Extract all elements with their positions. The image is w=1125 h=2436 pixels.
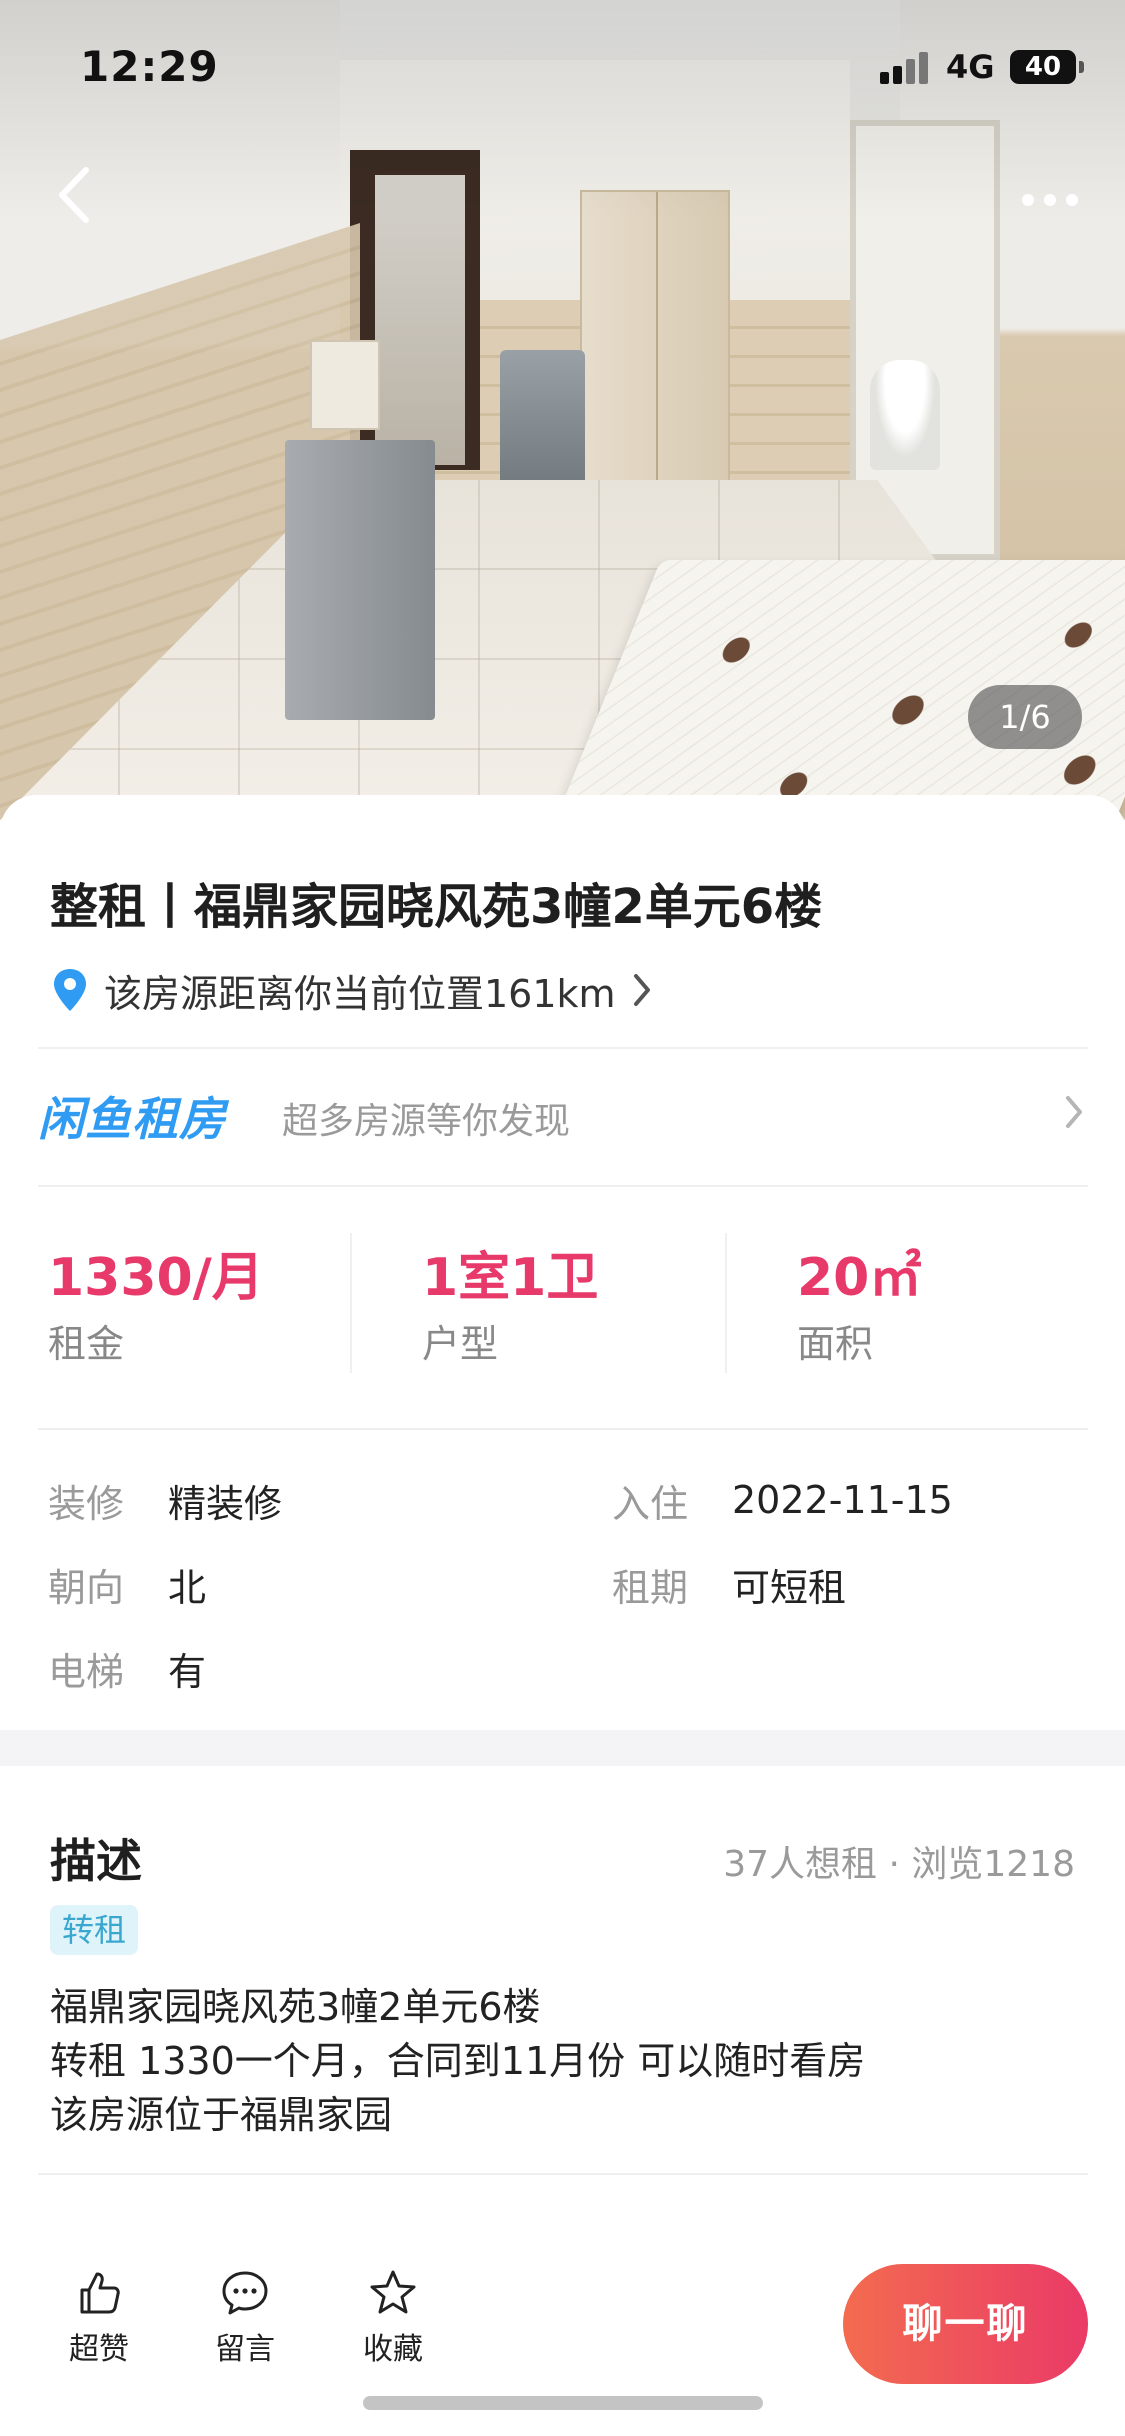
- detail-value: 2022-11-15: [732, 1478, 953, 1522]
- listing-card: 整租丨福鼎家园晓风苑3幢2单元6楼 该房源距离你当前位置161km 闲鱼租房 超…: [0, 795, 1125, 2436]
- stat-area-value: 20㎡: [797, 1248, 922, 1308]
- detail-elevator: 电梯 有: [48, 1638, 206, 1698]
- location-pin-icon: [54, 969, 86, 1011]
- chevron-left-icon: [59, 167, 89, 223]
- thumbs-up-icon: [80, 2272, 120, 2314]
- detail-decoration: 装修 精装修: [48, 1470, 282, 1530]
- comment-button[interactable]: 留言: [190, 2268, 300, 2378]
- key-stats: 1330/月 租金 1室1卫 户型 20㎡ 面积: [0, 1195, 1125, 1385]
- location-distance: 该房源距离你当前位置161km: [104, 971, 616, 1016]
- detail-lease: 租期 可短租: [612, 1554, 846, 1614]
- cellular-signal-icon: [880, 52, 932, 84]
- detail-key: 入住: [612, 1481, 689, 1526]
- promo-text: 超多房源等你发现: [282, 1101, 571, 1142]
- stat-separator: [725, 1233, 727, 1373]
- description-body: 福鼎家园晓风苑3幢2单元6楼 转租 1330一个月，合同到11月份 可以随时看房…: [50, 1980, 865, 2142]
- divider: [38, 1428, 1088, 1430]
- photo-fridge: [285, 440, 435, 720]
- like-label: 超赞: [69, 2332, 129, 2367]
- comment-label: 留言: [215, 2332, 275, 2367]
- more-dot-icon: [1066, 194, 1078, 206]
- detail-key: 装修: [48, 1481, 125, 1526]
- home-indicator[interactable]: [363, 2396, 763, 2410]
- photo-wardrobe: [580, 190, 730, 490]
- description-title: 描述: [50, 1834, 142, 1888]
- detail-key: 朝向: [48, 1565, 125, 1610]
- property-details: 装修 精装修 入住 2022-11-15 朝向 北 租期 可短租 电梯 有: [0, 1450, 1125, 1750]
- chat-button[interactable]: 聊一聊: [843, 2264, 1088, 2384]
- battery-tip: [1079, 61, 1084, 73]
- description-line: 转租 1330一个月，合同到11月份 可以随时看房: [50, 2039, 866, 2083]
- sublet-tag: 转租: [50, 1905, 139, 1955]
- stat-layout-label: 户型: [422, 1322, 499, 1366]
- detail-value: 北: [168, 1565, 207, 1610]
- chevron-right-icon: [1066, 1096, 1082, 1128]
- favorite-label: 收藏: [363, 2332, 423, 2367]
- photo-counter: 1/6: [968, 685, 1082, 749]
- description-line: 该房源位于福鼎家园: [50, 2093, 393, 2137]
- promo-logo: 闲鱼租房: [38, 1092, 226, 1146]
- battery-icon: 40: [1010, 50, 1076, 84]
- photo-sink: [870, 360, 940, 470]
- favorite-button[interactable]: 收藏: [338, 2268, 448, 2378]
- chevron-right-icon: [633, 974, 650, 1006]
- more-options-button[interactable]: [1010, 180, 1090, 220]
- divider: [38, 1185, 1088, 1187]
- status-bar: 12:29 4G 40: [0, 0, 1125, 140]
- detail-key: 电梯: [48, 1649, 125, 1694]
- stat-layout: 1室1卫 户型: [422, 1195, 722, 1385]
- listing-title: 整租丨福鼎家园晓风苑3幢2单元6楼: [50, 879, 823, 935]
- detail-orientation: 朝向 北: [48, 1554, 206, 1614]
- more-dot-icon: [1022, 194, 1034, 206]
- detail-key: 租期: [612, 1565, 689, 1610]
- promo-banner[interactable]: 闲鱼租房 超多房源等你发现: [0, 1045, 1125, 1181]
- detail-value: 精装修: [168, 1481, 283, 1526]
- photo-washing-machine: [500, 350, 585, 495]
- description-stats: 37人想租 · 浏览1218: [723, 1844, 1075, 1885]
- stat-separator: [350, 1233, 352, 1373]
- stat-rent-label: 租金: [48, 1322, 125, 1366]
- battery-level: 40: [1024, 52, 1062, 82]
- stat-rent-value: 1330/月: [48, 1248, 264, 1308]
- section-gap: [0, 1730, 1125, 1766]
- like-button[interactable]: 超赞: [44, 2268, 154, 2378]
- back-button[interactable]: [48, 160, 108, 230]
- stat-area: 20㎡ 面积: [797, 1195, 1097, 1385]
- stat-rent: 1330/月 租金: [48, 1195, 348, 1385]
- location-row[interactable]: 该房源距离你当前位置161km: [50, 965, 654, 1016]
- divider: [38, 2173, 1088, 2175]
- star-icon: [370, 2270, 416, 2314]
- chat-bubble-icon: [222, 2271, 268, 2315]
- detail-value: 可短租: [732, 1565, 847, 1610]
- more-dot-icon: [1044, 194, 1056, 206]
- status-time: 12:29: [80, 42, 219, 91]
- description-line: 福鼎家园晓风苑3幢2单元6楼: [50, 1985, 541, 2029]
- network-type: 4G: [946, 48, 995, 86]
- stat-area-label: 面积: [797, 1322, 874, 1366]
- stat-layout-value: 1室1卫: [422, 1248, 599, 1308]
- detail-value: 有: [168, 1649, 207, 1694]
- detail-move-in: 入住 2022-11-15: [612, 1470, 953, 1530]
- photo-desk: [310, 340, 380, 430]
